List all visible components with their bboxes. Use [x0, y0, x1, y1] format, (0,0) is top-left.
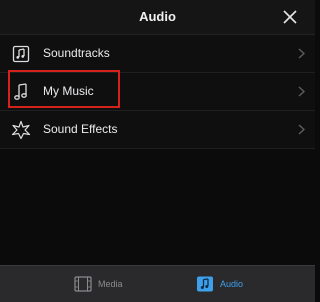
tab-audio[interactable]: Audio [196, 276, 256, 294]
list-item-soundtracks[interactable]: Soundtracks [0, 35, 315, 73]
tab-media-label: Media [98, 279, 123, 289]
bottom-tab-bar: Media Audio [0, 265, 315, 302]
chevron-right-icon [298, 48, 305, 59]
film-strip-icon [74, 276, 92, 292]
page-title: Audio [139, 9, 176, 24]
audio-icon [197, 276, 213, 292]
list-item-label: Soundtracks [43, 46, 110, 60]
highlight-box [8, 70, 120, 108]
list-item-sound-effects[interactable]: Sound Effects [0, 111, 315, 149]
tab-audio-label: Audio [220, 279, 244, 289]
soundtracks-icon [12, 45, 30, 63]
tab-media[interactable]: Media [74, 276, 134, 294]
header-bar: Audio [0, 0, 315, 35]
list-item-label: Sound Effects [43, 122, 118, 136]
close-icon[interactable] [281, 8, 299, 26]
chevron-right-icon [298, 124, 305, 135]
chevron-right-icon [298, 86, 305, 97]
sound-effects-icon [11, 120, 31, 140]
